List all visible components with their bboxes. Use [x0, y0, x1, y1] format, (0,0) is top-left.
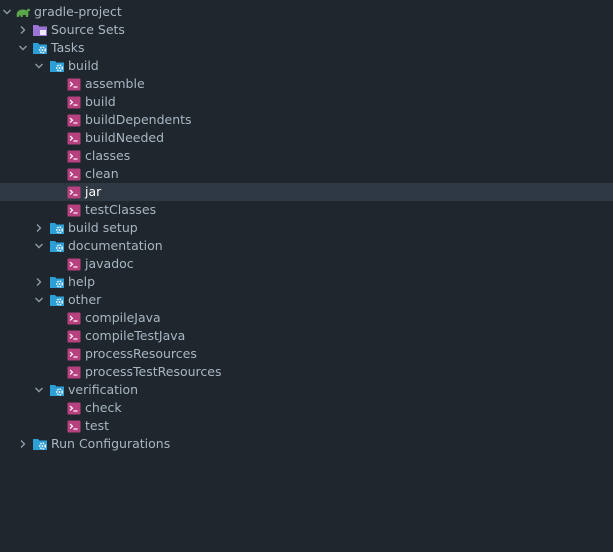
tree-item-group-documentation[interactable]: documentation — [0, 237, 613, 255]
gradle-task-icon — [66, 310, 82, 326]
tree-item-task[interactable]: check — [0, 399, 613, 417]
tree-item-task[interactable]: clean — [0, 165, 613, 183]
tree-item-label: build — [68, 58, 99, 73]
tree-item-task[interactable]: compileJava — [0, 309, 613, 327]
tree-item-label: testClasses — [85, 202, 157, 217]
tree-item-label: verification — [68, 382, 139, 397]
gradle-task-icon — [66, 130, 82, 146]
task-group-folder-gear-icon — [49, 238, 65, 254]
chevron-right-icon[interactable] — [17, 24, 29, 36]
tree-item-task[interactable]: buildNeeded — [0, 129, 613, 147]
tree-item-task[interactable]: testClasses — [0, 201, 613, 219]
tree-item-label: gradle-project — [34, 4, 122, 19]
tree-item-label: processResources — [85, 346, 197, 361]
tree-item-label: help — [68, 274, 96, 289]
tree-item-group-help[interactable]: help — [0, 273, 613, 291]
chevron-down-icon[interactable] — [1, 6, 13, 18]
task-group-folder-gear-icon — [49, 220, 65, 236]
tree-item-task[interactable]: compileTestJava — [0, 327, 613, 345]
tree-item-task[interactable]: build — [0, 93, 613, 111]
tree-item-label: check — [85, 400, 122, 415]
tasks-folder-gear-icon — [32, 40, 48, 56]
tree-item-gradle-project[interactable]: gradle-project — [0, 3, 613, 21]
chevron-right-icon[interactable] — [17, 438, 29, 450]
tree-item-label: other — [68, 292, 102, 307]
tree-item-label: classes — [85, 148, 131, 163]
gradle-task-icon — [66, 76, 82, 92]
gradle-task-icon — [66, 94, 82, 110]
gradle-task-icon — [66, 184, 82, 200]
tree-item-label: clean — [85, 166, 119, 181]
run-configurations-folder-gear-icon — [32, 436, 48, 452]
task-group-folder-gear-icon — [49, 58, 65, 74]
tree-item-label: buildDependents — [85, 112, 192, 127]
tree-item-label: documentation — [68, 238, 163, 253]
tree-item-task[interactable]: processTestResources — [0, 363, 613, 381]
tree-item-label: build setup — [68, 220, 138, 235]
tree-item-task[interactable]: buildDependents — [0, 111, 613, 129]
gradle-task-icon — [66, 328, 82, 344]
task-group-folder-gear-icon — [49, 274, 65, 290]
chevron-down-icon[interactable] — [33, 294, 45, 306]
tree-item-label: processTestResources — [85, 364, 222, 379]
tree-item-task[interactable]: classes — [0, 147, 613, 165]
gradle-tree: gradle-project Source Sets Tasks build a… — [0, 3, 613, 453]
tree-item-label: assemble — [85, 76, 145, 91]
tree-item-label: jar — [85, 184, 102, 199]
gradle-task-icon — [66, 364, 82, 380]
tree-item-task[interactable]: processResources — [0, 345, 613, 363]
gradle-task-icon — [66, 148, 82, 164]
gradle-task-icon — [66, 166, 82, 182]
gradle-task-icon — [66, 202, 82, 218]
gradle-task-icon — [66, 400, 82, 416]
chevron-down-icon[interactable] — [17, 42, 29, 54]
tree-item-label: Source Sets — [51, 22, 125, 37]
chevron-down-icon[interactable] — [33, 384, 45, 396]
tree-item-label: Run Configurations — [51, 436, 171, 451]
chevron-right-icon[interactable] — [33, 276, 45, 288]
chevron-down-icon[interactable] — [33, 60, 45, 72]
tree-item-label: test — [85, 418, 110, 433]
source-sets-folder-icon — [32, 22, 48, 38]
chevron-right-icon[interactable] — [33, 222, 45, 234]
tree-item-source-sets[interactable]: Source Sets — [0, 21, 613, 39]
task-group-folder-gear-icon — [49, 292, 65, 308]
tree-item-group-build-setup[interactable]: build setup — [0, 219, 613, 237]
gradle-elephant-icon — [15, 4, 31, 20]
tree-item-task[interactable]: javadoc — [0, 255, 613, 273]
tree-item-tasks[interactable]: Tasks — [0, 39, 613, 57]
tree-item-group-other[interactable]: other — [0, 291, 613, 309]
task-group-folder-gear-icon — [49, 382, 65, 398]
chevron-down-icon[interactable] — [33, 240, 45, 252]
tree-item-label: build — [85, 94, 116, 109]
tree-item-label: Tasks — [51, 40, 85, 55]
tree-item-group-build[interactable]: build — [0, 57, 613, 75]
gradle-task-icon — [66, 112, 82, 128]
tree-item-label: buildNeeded — [85, 130, 165, 145]
tree-item-label: compileTestJava — [85, 328, 186, 343]
tree-item-task-selected[interactable]: jar — [0, 183, 613, 201]
gradle-task-icon — [66, 256, 82, 272]
tree-item-task[interactable]: assemble — [0, 75, 613, 93]
gradle-task-icon — [66, 346, 82, 362]
tree-item-task[interactable]: test — [0, 417, 613, 435]
tree-item-label: javadoc — [85, 256, 134, 271]
tree-item-label: compileJava — [85, 310, 161, 325]
tree-item-run-configurations[interactable]: Run Configurations — [0, 435, 613, 453]
gradle-task-icon — [66, 418, 82, 434]
tree-item-group-verification[interactable]: verification — [0, 381, 613, 399]
